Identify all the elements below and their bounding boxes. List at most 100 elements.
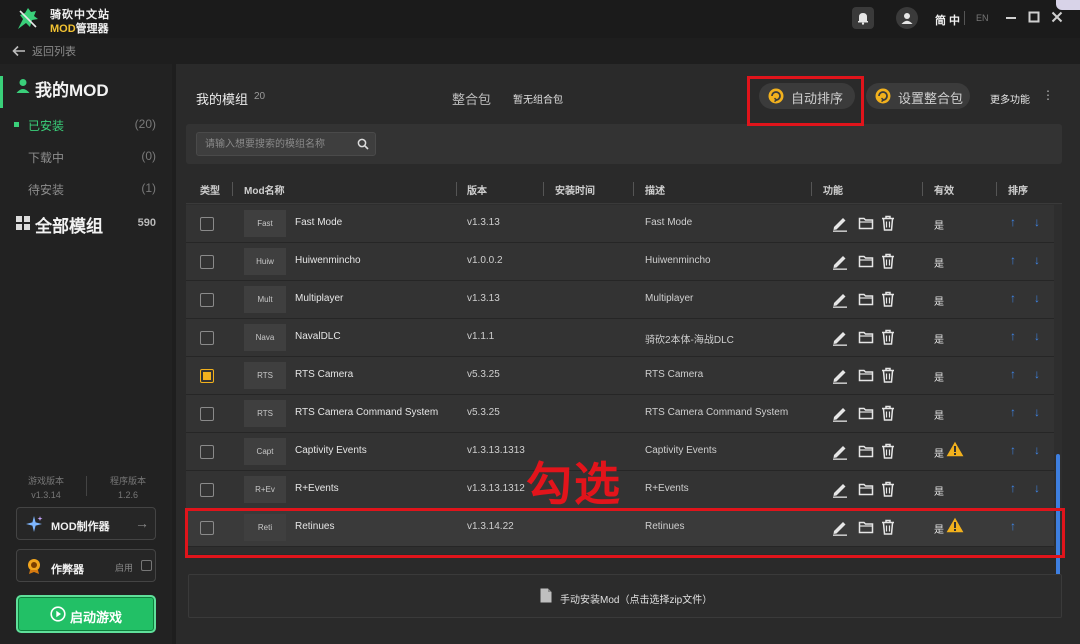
col-func: 功能 bbox=[823, 186, 843, 197]
manual-install-button[interactable]: 手动安装Mod（点击选择zip文件） bbox=[188, 574, 1062, 618]
cheat-enable-label: 启用 bbox=[115, 563, 134, 573]
minimize-button[interactable] bbox=[1002, 8, 1020, 26]
table-row[interactable]: Nava NavalDLC v1.1.1 骑砍2本体-海战DLC 是 ↑ ↓ bbox=[186, 319, 1054, 356]
lang-en-option[interactable]: EN bbox=[976, 13, 989, 23]
edit-icon[interactable] bbox=[832, 366, 848, 384]
sidebar-item-label: 待安装 bbox=[28, 183, 65, 197]
trash-icon[interactable] bbox=[880, 214, 896, 232]
notification-button[interactable] bbox=[852, 7, 874, 29]
mod-checkbox[interactable] bbox=[200, 369, 214, 383]
edit-icon[interactable] bbox=[832, 252, 848, 270]
folder-icon[interactable] bbox=[858, 214, 874, 232]
mod-checkbox[interactable] bbox=[200, 445, 214, 459]
edit-icon[interactable] bbox=[832, 480, 848, 498]
close-button[interactable] bbox=[1048, 8, 1066, 26]
folder-icon[interactable] bbox=[858, 366, 874, 384]
trash-icon[interactable] bbox=[880, 290, 896, 308]
pack-value[interactable]: 暂无组合包 bbox=[513, 91, 563, 106]
annotation-box-auto-sort bbox=[747, 76, 864, 126]
move-down-button[interactable]: ↓ bbox=[1034, 443, 1040, 457]
folder-icon[interactable] bbox=[858, 252, 874, 270]
move-down-button[interactable]: ↓ bbox=[1034, 291, 1040, 305]
back-link[interactable]: 返回列表 bbox=[12, 43, 76, 59]
cheat-button[interactable]: 作弊器 启用 bbox=[16, 549, 156, 582]
lang-zh-option[interactable]: 简 中 bbox=[935, 12, 960, 28]
mod-checkbox[interactable] bbox=[200, 483, 214, 497]
folder-icon[interactable] bbox=[858, 480, 874, 498]
mod-desc: R+Events bbox=[645, 483, 689, 494]
move-down-button[interactable]: ↓ bbox=[1034, 481, 1040, 495]
mod-thumbnail: RTS bbox=[244, 362, 286, 389]
start-game-button[interactable]: 启动游戏 bbox=[16, 595, 156, 633]
edit-icon[interactable] bbox=[832, 290, 848, 308]
mod-name: RTS Camera Command System bbox=[295, 407, 439, 418]
folder-icon[interactable] bbox=[858, 328, 874, 346]
move-up-button[interactable]: ↑ bbox=[1010, 253, 1016, 267]
cheat-enable-checkbox[interactable] bbox=[141, 560, 152, 571]
mod-checkbox[interactable] bbox=[200, 255, 214, 269]
search-input[interactable] bbox=[197, 133, 353, 155]
trash-icon[interactable] bbox=[880, 252, 896, 270]
table-row[interactable]: Fast Fast Mode v1.3.13 Fast Mode 是 ↑ ↓ bbox=[186, 205, 1054, 242]
set-pack-button[interactable]: 设置整合包 bbox=[866, 83, 970, 109]
trash-icon[interactable] bbox=[880, 328, 896, 346]
trash-icon[interactable] bbox=[880, 404, 896, 422]
sidebar-item-pending[interactable]: 待安装 (1) bbox=[0, 178, 172, 200]
move-up-button[interactable]: ↑ bbox=[1010, 367, 1016, 381]
move-up-button[interactable]: ↑ bbox=[1010, 481, 1016, 495]
mod-valid: 是 bbox=[934, 487, 944, 498]
mod-desc: RTS Camera bbox=[645, 369, 704, 380]
move-up-button[interactable]: ↑ bbox=[1010, 405, 1016, 419]
trash-icon[interactable] bbox=[880, 480, 896, 498]
trash-icon[interactable] bbox=[880, 366, 896, 384]
table-row[interactable]: Huiw Huiwenmincho v1.0.0.2 Huiwenmincho 是 ↑ ↓ bbox=[186, 243, 1054, 280]
mod-checkbox[interactable] bbox=[200, 217, 214, 231]
sidebar-all-mods[interactable]: 全部模组 590 bbox=[0, 210, 172, 238]
annotation-box-retinues bbox=[185, 508, 1065, 558]
table-row[interactable]: Mult Multiplayer v1.3.13 Multiplayer 是 ↑ ↓ bbox=[186, 281, 1054, 318]
table-row[interactable]: RTS RTS Camera v5.3.25 RTS Camera 是 ↑ ↓ bbox=[186, 357, 1054, 394]
move-up-button[interactable]: ↑ bbox=[1010, 215, 1016, 229]
scrollbar[interactable] bbox=[1056, 204, 1062, 582]
edit-icon[interactable] bbox=[832, 404, 848, 422]
mod-maker-button[interactable]: MOD制作器 → bbox=[16, 507, 156, 540]
app-version-value: 1.2.6 bbox=[117, 490, 139, 500]
move-down-button[interactable]: ↓ bbox=[1034, 329, 1040, 343]
move-down-button[interactable]: ↓ bbox=[1034, 215, 1040, 229]
edit-icon[interactable] bbox=[832, 328, 848, 346]
search-icon[interactable] bbox=[357, 138, 369, 150]
back-label: 返回列表 bbox=[32, 46, 76, 58]
folder-icon[interactable] bbox=[858, 404, 874, 422]
move-down-button[interactable]: ↓ bbox=[1034, 405, 1040, 419]
mod-version: v1.1.1 bbox=[467, 331, 495, 342]
mod-checkbox[interactable] bbox=[200, 293, 214, 307]
sidebar-my-mod[interactable]: 我的MOD bbox=[0, 74, 172, 108]
sidebar-item-downloading[interactable]: 下载中 (0) bbox=[0, 146, 172, 168]
more-functions-button[interactable]: 更多功能 bbox=[990, 91, 1030, 106]
col-name[interactable]: Mod名称 bbox=[244, 182, 285, 197]
mod-name: R+Events bbox=[295, 483, 339, 494]
mod-checkbox[interactable] bbox=[200, 407, 214, 421]
folder-icon[interactable] bbox=[858, 290, 874, 308]
move-up-button[interactable]: ↑ bbox=[1010, 329, 1016, 343]
move-up-button[interactable]: ↑ bbox=[1010, 291, 1016, 305]
table-row[interactable]: RTS RTS Camera Command System v5.3.25 RTS C… bbox=[186, 395, 1054, 432]
sidebar-item-installed[interactable]: 已安装 (20) bbox=[0, 114, 172, 136]
move-down-button[interactable]: ↓ bbox=[1034, 367, 1040, 381]
edit-icon[interactable] bbox=[832, 442, 848, 460]
search-box[interactable] bbox=[196, 132, 376, 156]
mod-version: v1.0.0.2 bbox=[467, 255, 503, 266]
more-vertical-icon[interactable]: ⋮ bbox=[1042, 88, 1054, 102]
mod-checkbox[interactable] bbox=[200, 331, 214, 345]
user-avatar-button[interactable] bbox=[896, 7, 918, 29]
move-up-button[interactable]: ↑ bbox=[1010, 443, 1016, 457]
sidebar-item-count: (1) bbox=[141, 181, 156, 195]
maximize-button[interactable] bbox=[1025, 8, 1043, 26]
edit-icon[interactable] bbox=[832, 214, 848, 232]
col-install-time[interactable]: 安装时间 bbox=[555, 182, 595, 197]
mod-version: v1.3.13 bbox=[467, 293, 500, 304]
col-version[interactable]: 版本 bbox=[467, 182, 487, 197]
trash-icon[interactable] bbox=[880, 442, 896, 460]
folder-icon[interactable] bbox=[858, 442, 874, 460]
move-down-button[interactable]: ↓ bbox=[1034, 253, 1040, 267]
